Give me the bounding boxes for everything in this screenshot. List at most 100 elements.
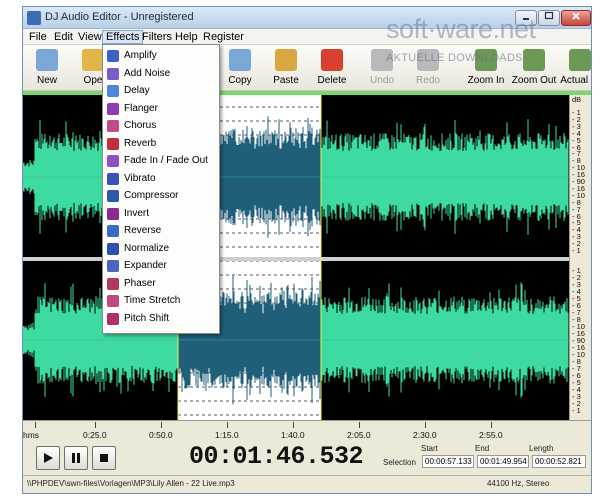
invert-icon bbox=[107, 207, 119, 220]
effects-menu-item-vibrato[interactable]: Vibrato bbox=[103, 171, 219, 188]
effects-menu-item-label: Flanger bbox=[124, 102, 158, 114]
app-icon bbox=[27, 11, 41, 25]
actual-size-icon bbox=[569, 49, 591, 71]
minimize-button[interactable] bbox=[515, 10, 537, 26]
effects-menu-item-invert[interactable]: Invert bbox=[103, 206, 219, 223]
zoom-out-button[interactable]: Zoom Out bbox=[510, 47, 558, 89]
menu-filters[interactable]: Filters bbox=[139, 30, 175, 44]
delete-button[interactable]: Delete bbox=[308, 47, 356, 89]
effects-menu-item-compressor[interactable]: Compressor bbox=[103, 188, 219, 205]
time-tick-mark bbox=[95, 422, 96, 428]
effects-menu-item-label: Delay bbox=[124, 85, 150, 96]
toolbar-button-label: Zoom Out bbox=[511, 75, 557, 86]
toolbar-button-label: Zoom In bbox=[467, 75, 505, 86]
maximize-button[interactable] bbox=[538, 10, 560, 26]
redo-button[interactable]: Redo bbox=[404, 47, 452, 89]
normalize-icon bbox=[107, 242, 119, 255]
time-tick-mark bbox=[491, 422, 492, 428]
effects-menu-item-label: Normalize bbox=[124, 242, 170, 254]
paste-icon bbox=[275, 49, 297, 71]
effects-menu-item-phaser[interactable]: Phaser bbox=[103, 276, 219, 293]
effects-menu-item-label: Vibrato bbox=[124, 172, 156, 184]
menu-edit[interactable]: Edit bbox=[51, 30, 76, 44]
play-button[interactable] bbox=[36, 446, 60, 470]
toolbar-button-label: Undo bbox=[370, 75, 394, 86]
effects-menu-item-label: Add Noise bbox=[124, 67, 171, 79]
play-icon bbox=[44, 453, 53, 463]
effects-menu-item-time-stretch[interactable]: Time Stretch bbox=[103, 293, 219, 310]
toolbar-button-label: Copy bbox=[228, 75, 252, 86]
new-button[interactable]: New bbox=[23, 47, 71, 89]
effects-menu-item-label: Reverb bbox=[124, 137, 157, 149]
time-tick-mark bbox=[293, 422, 294, 428]
title-bar[interactable]: DJ Audio Editor - Unregistered bbox=[23, 7, 591, 29]
menu-register[interactable]: Register bbox=[200, 30, 247, 44]
pause-icon bbox=[72, 453, 80, 463]
db-ruler-label: dB bbox=[572, 95, 582, 104]
fade-icon bbox=[107, 155, 119, 167]
effects-menu-item-label: Amplify bbox=[124, 50, 157, 61]
effects-menu-item-add-noise[interactable]: Add Noise bbox=[103, 66, 219, 83]
effects-menu-item-label: Invert bbox=[124, 207, 150, 219]
zoom-in-button[interactable]: Zoom In bbox=[462, 47, 510, 89]
status-bar: \\PHPDEV\swn-files\Vorlagen\MP3\Lily All… bbox=[23, 475, 591, 493]
maximize-icon bbox=[544, 11, 554, 20]
paste-button[interactable]: Paste bbox=[262, 47, 310, 89]
stop-button[interactable] bbox=[92, 446, 116, 470]
selection-length-field[interactable]: 00:00:52.821 bbox=[532, 455, 586, 468]
zoom-in-icon bbox=[475, 49, 497, 71]
db-tick-label: - 1 bbox=[572, 246, 581, 255]
toolbar-button-label: Delete bbox=[317, 75, 347, 86]
toolbar-button-label: Paste bbox=[273, 75, 299, 86]
delay-icon bbox=[107, 85, 119, 97]
reverb-icon bbox=[107, 137, 119, 150]
effects-menu-item-pitch-shift[interactable]: Pitch Shift bbox=[103, 311, 219, 328]
effects-menu-item-normalize[interactable]: Normalize bbox=[103, 241, 219, 258]
effects-menu-item-delay[interactable]: Delay bbox=[103, 83, 219, 100]
time-tick-mark bbox=[35, 422, 36, 428]
chorus-icon bbox=[107, 120, 119, 132]
selection-start-field[interactable]: 00:00:57.133 bbox=[422, 455, 474, 468]
effects-menu-item-expander[interactable]: Expander bbox=[103, 258, 219, 275]
time-tick-mark bbox=[359, 422, 360, 428]
menu-file[interactable]: File bbox=[26, 30, 50, 44]
new-file-icon bbox=[36, 49, 58, 71]
time-stretch-icon bbox=[107, 295, 119, 307]
effects-menu-item-label: Time Stretch bbox=[124, 295, 181, 306]
expander-icon bbox=[107, 260, 119, 272]
close-button[interactable] bbox=[561, 10, 591, 26]
copy-button[interactable]: Copy bbox=[216, 47, 264, 89]
toolbar-button-label: New bbox=[36, 75, 57, 86]
add-noise-icon bbox=[107, 67, 119, 80]
pause-button[interactable] bbox=[64, 446, 88, 470]
effects-menu-item-flanger[interactable]: Flanger bbox=[103, 101, 219, 118]
pitch-shift-icon bbox=[107, 312, 119, 325]
copy-icon bbox=[229, 49, 251, 71]
menu-effects[interactable]: Effects bbox=[102, 30, 144, 44]
start-label: Start bbox=[421, 444, 438, 453]
effects-menu-item-reverb[interactable]: Reverb bbox=[103, 136, 219, 153]
selection-end-field[interactable]: 00:01:49.954 bbox=[477, 455, 529, 468]
toolbar-button-label: Redo bbox=[416, 75, 440, 86]
undo-button[interactable]: Undo bbox=[358, 47, 406, 89]
status-file-path: \\PHPDEV\swn-files\Vorlagen\MP3\Lily All… bbox=[27, 479, 235, 488]
length-label: Length bbox=[529, 444, 554, 453]
end-label: End bbox=[475, 444, 490, 453]
stop-icon bbox=[100, 454, 108, 462]
flanger-icon bbox=[107, 102, 119, 115]
db-ruler: dB - 1- 2- 3- 4- 5- 6- 7- 8- 10- 16- 90-… bbox=[569, 95, 591, 420]
effects-menu-item-reverse[interactable]: Reverse bbox=[103, 223, 219, 240]
menu-view[interactable]: View bbox=[75, 30, 105, 44]
effects-menu-item-label: Pitch Shift bbox=[124, 312, 170, 324]
transport-panel: 00:01:46.532 Selection Start End Length … bbox=[23, 438, 591, 474]
effects-menu-item-fade-in-fade-out[interactable]: Fade In / Fade Out bbox=[103, 153, 219, 170]
phaser-icon bbox=[107, 277, 119, 290]
actual-si-button[interactable]: Actual Si bbox=[556, 47, 591, 89]
time-tick-mark bbox=[425, 422, 426, 428]
minimize-icon bbox=[523, 18, 529, 20]
effects-menu-item-chorus[interactable]: Chorus bbox=[103, 118, 219, 135]
app-window: DJ Audio Editor - Unregistered File Edit… bbox=[22, 6, 592, 494]
effects-menu-item-amplify[interactable]: Amplify bbox=[103, 48, 219, 65]
menu-help[interactable]: Help bbox=[172, 30, 201, 44]
undo-icon bbox=[371, 49, 393, 71]
